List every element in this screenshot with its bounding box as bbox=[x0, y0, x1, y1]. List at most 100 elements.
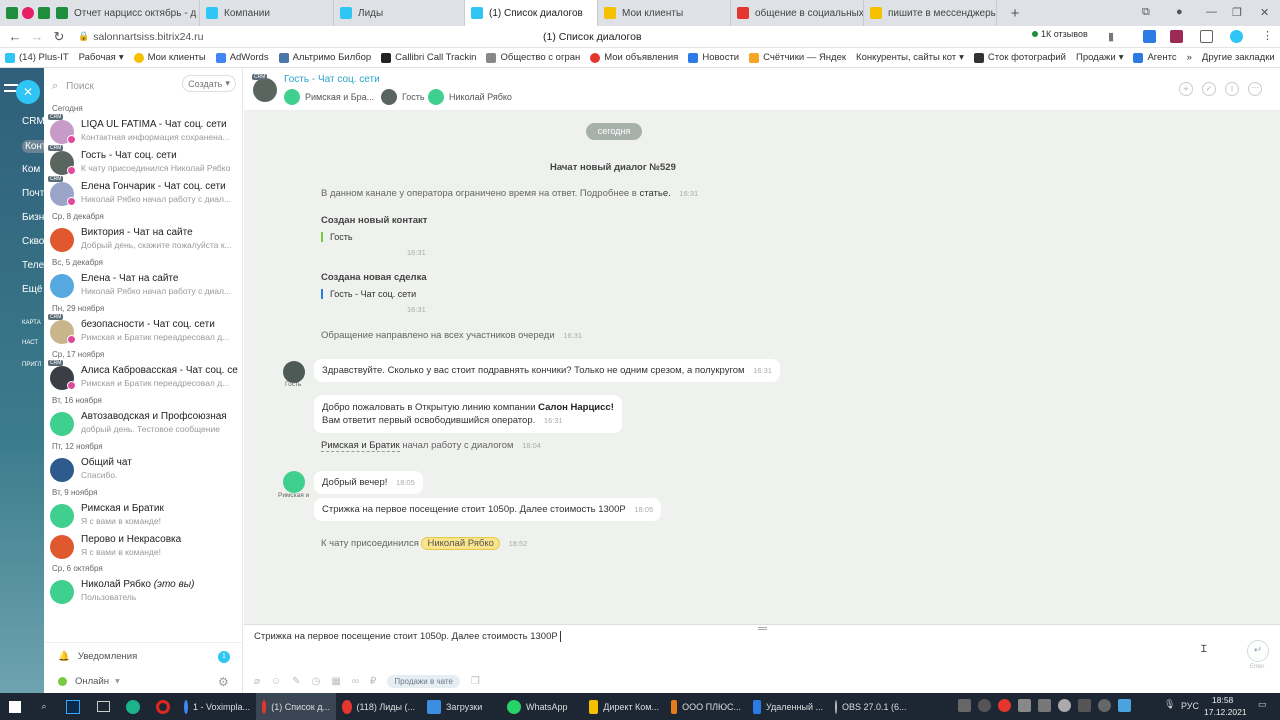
bookmark-counters[interactable]: Счётчики — Яндек bbox=[744, 52, 851, 63]
menu-item-mail[interactable]: Почт bbox=[22, 188, 44, 199]
back-icon[interactable]: ← bbox=[4, 29, 26, 44]
settings-gear-icon[interactable]: ⚙ bbox=[218, 675, 229, 689]
taskbar-item[interactable]: WhatsApp bbox=[501, 693, 583, 720]
ext-globe-icon[interactable] bbox=[1230, 30, 1243, 43]
attach-icon[interactable]: ⌀ bbox=[254, 676, 260, 687]
bookmark-news[interactable]: Новости bbox=[683, 52, 744, 63]
chat-title[interactable]: Гость - Чат соц. сети bbox=[284, 74, 380, 85]
resize-handle[interactable] bbox=[758, 627, 767, 630]
ext-puzzle-icon[interactable] bbox=[1200, 30, 1213, 43]
taskbar-item[interactable]: (118) Лиды (... bbox=[336, 693, 421, 720]
tab-messengers[interactable]: пишите в мессенджеры: bbox=[864, 0, 997, 26]
copy-icon[interactable]: ❐ bbox=[471, 676, 480, 687]
new-contact-link[interactable]: Гость bbox=[321, 232, 353, 242]
more-bookmarks-icon[interactable]: » bbox=[1182, 52, 1197, 63]
language-indicator[interactable]: РУС bbox=[1181, 701, 1199, 711]
close-panel-button[interactable]: ✕ bbox=[16, 80, 40, 104]
search-button[interactable]: ⌕ bbox=[30, 693, 58, 720]
chat-item[interactable]: Елена - Чат на сайте Николай Рябко начал … bbox=[50, 272, 240, 300]
close-icon[interactable]: ✕ bbox=[1260, 6, 1269, 19]
bookmark-work[interactable]: Рабочая ▾ bbox=[74, 52, 129, 63]
menu-item-telephony[interactable]: Теле bbox=[22, 260, 44, 271]
clock-time[interactable]: 18:58 bbox=[1212, 695, 1233, 705]
menu-item-more[interactable]: Ещё bbox=[22, 284, 42, 295]
tray-app-icon[interactable] bbox=[958, 699, 971, 712]
microphone-icon[interactable]: 🎙 bbox=[1164, 699, 1175, 710]
chat-item[interactable]: Виктория - Чат на сайте Добрый день, скаж… bbox=[50, 226, 240, 254]
reload-icon[interactable]: ↻ bbox=[48, 29, 70, 45]
menu-item-settings[interactable]: НАСТ bbox=[22, 340, 38, 346]
bookmark-altrimo[interactable]: Альтримо Билбор bbox=[274, 52, 377, 63]
chat-item[interactable]: Перово и Некрасовка Я с вами в команде! bbox=[50, 533, 240, 561]
tray-yandex-icon[interactable] bbox=[998, 699, 1011, 712]
chat-item[interactable]: Автозаводская и Профсоюзная добрый день. … bbox=[50, 410, 240, 438]
link-icon[interactable]: ∞ bbox=[352, 676, 359, 687]
bookmark-ads[interactable]: Мои объявления bbox=[585, 52, 683, 63]
pause-icon[interactable] bbox=[38, 7, 50, 19]
tab-report[interactable]: Отчет нарцисс октябрь - д bbox=[50, 0, 200, 26]
start-button[interactable] bbox=[0, 693, 30, 720]
send-button[interactable]: ↵ bbox=[1247, 640, 1269, 662]
menu-item-chats[interactable]: Скво bbox=[22, 236, 44, 247]
tray-app-icon[interactable] bbox=[1078, 699, 1091, 712]
message-bubble[interactable]: Здравствуйте. Сколько у вас стоит подрав… bbox=[314, 359, 780, 382]
menu-item-companies[interactable]: Ком bbox=[22, 164, 40, 175]
ext-m-icon[interactable] bbox=[1143, 30, 1156, 43]
tray-app-icon[interactable] bbox=[1038, 699, 1051, 712]
taskbar-item[interactable]: Директ Ком... bbox=[583, 693, 665, 720]
other-bookmarks[interactable]: Другие закладки bbox=[1197, 52, 1280, 63]
bookmark-clients[interactable]: Мои клиенты bbox=[129, 52, 211, 63]
taskbar-item[interactable]: 1 - Voximpla... bbox=[178, 693, 256, 720]
message-input[interactable]: Стрижка на первое посещение стоит 1050р.… bbox=[254, 631, 1154, 642]
ext-w-icon[interactable] bbox=[1170, 30, 1183, 43]
menu-icon[interactable]: ⋮ bbox=[1262, 29, 1273, 42]
bookmark-stock[interactable]: Сток фотографий bbox=[969, 52, 1071, 63]
add-tab-icon[interactable]: + bbox=[1005, 3, 1025, 23]
ruble-icon[interactable]: ₽ bbox=[370, 676, 376, 687]
article-link[interactable]: статье. bbox=[639, 188, 670, 199]
reviews-badge[interactable]: 1К отзывов bbox=[1032, 29, 1088, 39]
sales-in-chat-button[interactable]: Продажи в чате bbox=[387, 675, 460, 688]
clock-date[interactable]: 17.12.2021 bbox=[1204, 707, 1247, 717]
tray-app-icon[interactable] bbox=[1058, 699, 1071, 712]
taskbar-item[interactable]: Загрузки bbox=[421, 693, 501, 720]
menu-item-business[interactable]: Бизн bbox=[22, 212, 44, 223]
emoji-icon[interactable]: ☺ bbox=[271, 676, 281, 687]
tab-dialogs[interactable]: (1) Список диалогов bbox=[465, 0, 598, 26]
notifications-row[interactable]: 🔔 Уведомления bbox=[58, 651, 137, 662]
bookmark-adwords[interactable]: AdWords bbox=[211, 52, 274, 63]
chat-item[interactable]: CRM Гость - Чат соц. сети К чату присоедин… bbox=[48, 145, 240, 177]
bookmark-callibri[interactable]: Callibri Call Trackin bbox=[376, 52, 481, 63]
taskbar-item[interactable]: ООО ПЛЮС... bbox=[665, 693, 747, 720]
operator-name-link[interactable]: Римская и Братик bbox=[321, 440, 400, 452]
chat-item[interactable]: Николай Рябко (это вы) Пользователь bbox=[50, 578, 240, 606]
chat-avatar[interactable] bbox=[253, 78, 277, 102]
profile-icon[interactable]: ● bbox=[1176, 6, 1183, 18]
tray-app-icon[interactable] bbox=[1098, 699, 1111, 712]
bookmark-society[interactable]: Общество с огран bbox=[481, 52, 585, 63]
notification-center-icon[interactable]: ▭ bbox=[1258, 699, 1267, 710]
chat-item[interactable]: CRM безопасности - Чат соц. сети Римская и… bbox=[48, 314, 240, 346]
guest-avatar[interactable] bbox=[283, 361, 305, 383]
edge-button[interactable] bbox=[118, 693, 148, 720]
tray-app-icon[interactable] bbox=[978, 699, 991, 712]
maximize-icon[interactable]: ❐ bbox=[1232, 6, 1242, 19]
bookmark-sales[interactable]: Продажи ▾ bbox=[1071, 52, 1128, 63]
menu-item-invite[interactable]: ПРИГЛ bbox=[22, 362, 41, 368]
opera-button[interactable] bbox=[148, 693, 178, 720]
chat-item[interactable]: CRM Елена Гончарик - Чат соц. сети Николай… bbox=[48, 176, 240, 208]
photoshop-button[interactable] bbox=[58, 693, 88, 720]
info-icon[interactable]: i bbox=[1225, 82, 1239, 96]
joined-user-tag[interactable]: Николай Рябко bbox=[421, 537, 500, 550]
taskbar-item[interactable]: OBS 27.0.1 (6... bbox=[829, 693, 911, 720]
record-icon[interactable] bbox=[22, 7, 34, 19]
minimize-icon[interactable]: — bbox=[1206, 6, 1217, 18]
tray-app-icon[interactable] bbox=[1118, 699, 1131, 712]
taskview-button[interactable] bbox=[88, 693, 118, 720]
calendar-icon[interactable]: ▦ bbox=[331, 676, 340, 687]
tab-companies[interactable]: Компании bbox=[200, 0, 334, 26]
tab-search-icon[interactable]: ⧉ bbox=[1142, 6, 1150, 19]
edit-icon[interactable]: ✎ bbox=[292, 676, 300, 687]
participant[interactable]: Николай Рябко bbox=[428, 89, 512, 105]
clock-icon[interactable]: ◷ bbox=[312, 676, 321, 687]
